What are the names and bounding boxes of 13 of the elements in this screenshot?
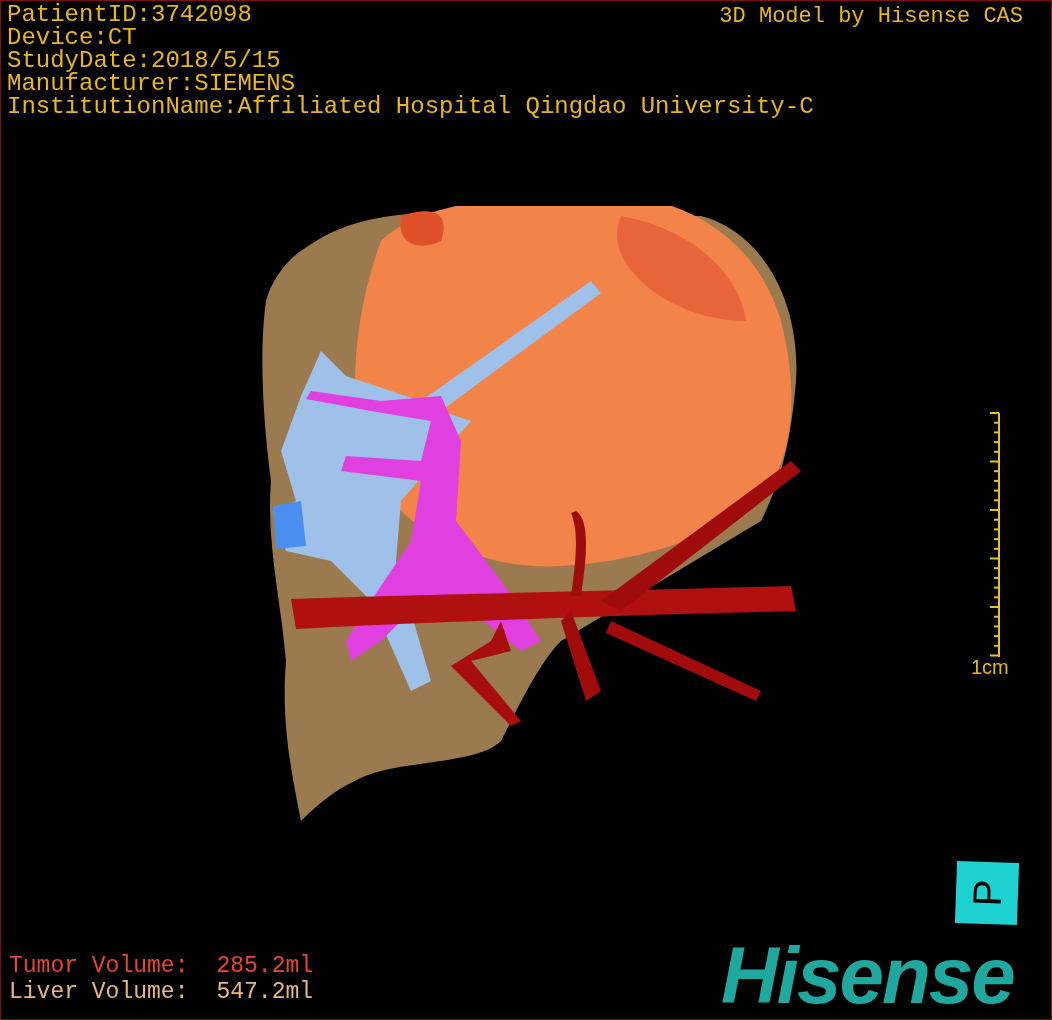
info-line: Device:CT	[7, 26, 137, 49]
scale-label: 1cm	[971, 655, 1009, 680]
orientation-label: P	[966, 878, 1008, 908]
info-line: InstitutionName:Affiliated Hospital Qingdao University-C	[7, 95, 814, 118]
info-line: Manufacturer:SIEMENS	[7, 72, 296, 95]
volume-value: 285.2ml	[216, 953, 314, 979]
brand-logo: Hisense	[721, 936, 1014, 1016]
volume-value: 547.2ml	[216, 979, 314, 1005]
volume-label: Liver Volume:	[9, 979, 189, 1005]
volume-label: Tumor Volume:	[9, 953, 189, 979]
info-line: PatientID:3742098	[7, 3, 252, 26]
credit-text: 3D Model by Hisense CAS	[719, 4, 1023, 30]
info-line: StudyDate:2018/5/15	[7, 49, 281, 72]
